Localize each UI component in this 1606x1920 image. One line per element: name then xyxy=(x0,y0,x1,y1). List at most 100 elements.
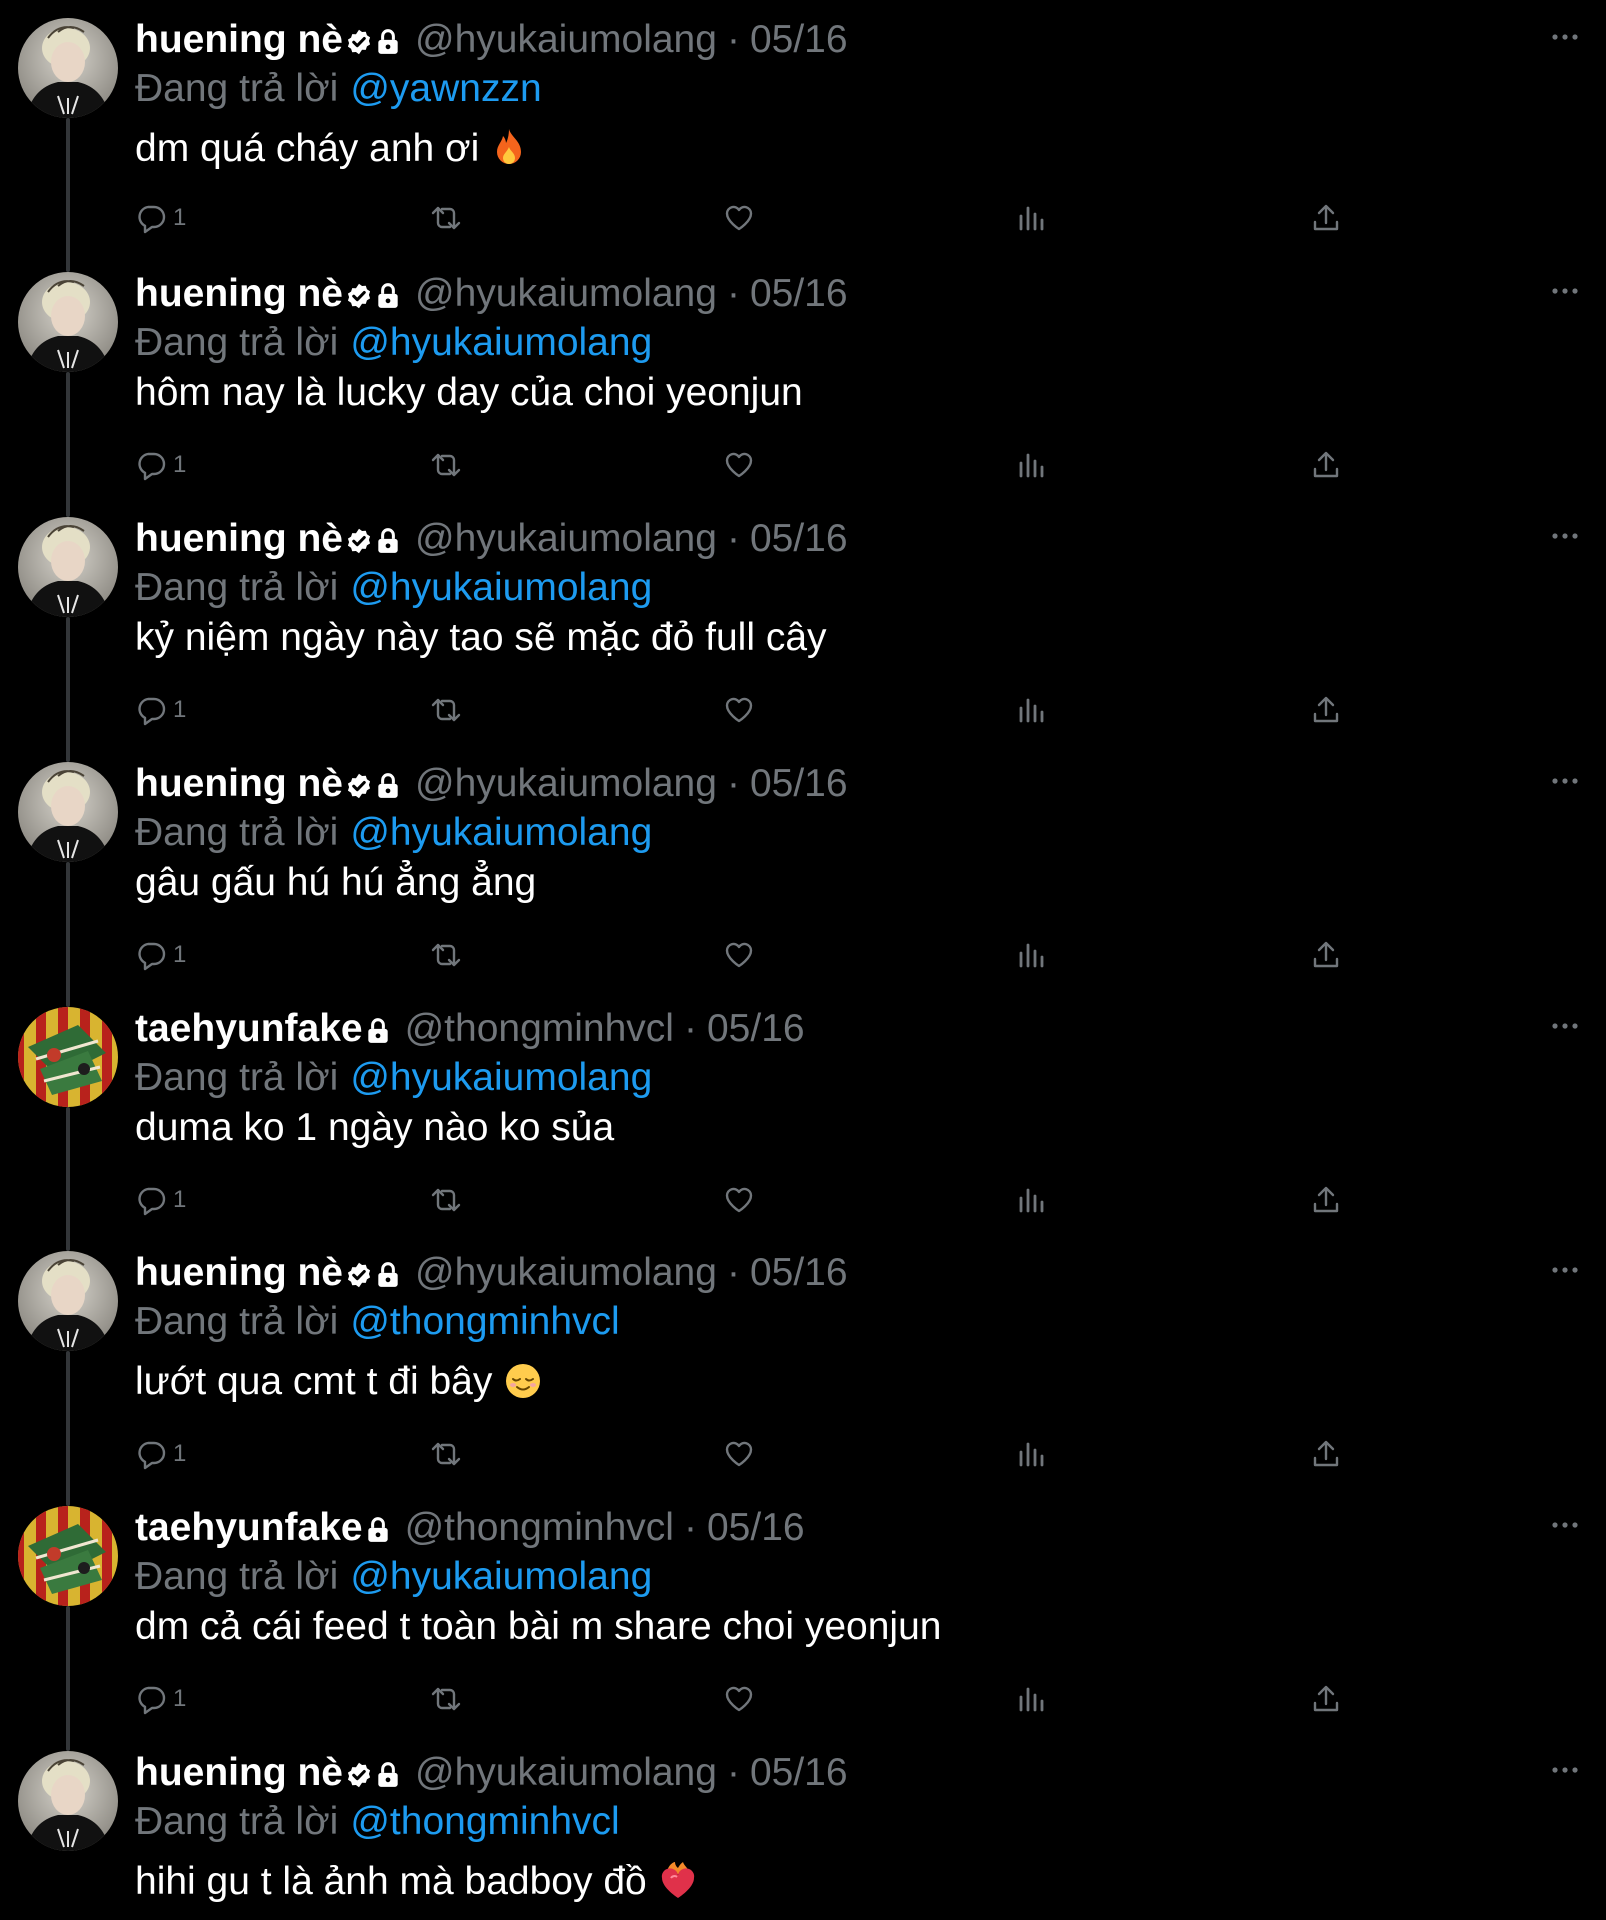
user-handle[interactable]: @hyukaiumolang xyxy=(415,762,717,805)
avatar-taehyun[interactable] xyxy=(18,1506,118,1606)
reply-button[interactable]: 1 xyxy=(135,1434,186,1474)
lock-icon xyxy=(375,1261,401,1289)
retweet-button[interactable] xyxy=(429,690,463,730)
avatar-huening[interactable] xyxy=(18,1251,118,1351)
views-button[interactable] xyxy=(1017,445,1045,485)
user-handle[interactable]: @hyukaiumolang xyxy=(415,272,717,315)
like-button[interactable] xyxy=(723,445,755,485)
views-button[interactable] xyxy=(1017,690,1045,730)
retweet-button[interactable] xyxy=(429,1180,463,1220)
user-handle[interactable]: @thongminhvcl xyxy=(405,1506,674,1549)
tweet-date[interactable]: 05/16 xyxy=(750,1751,848,1794)
share-button[interactable] xyxy=(1311,690,1341,730)
reply-button[interactable]: 1 xyxy=(135,935,186,975)
share-button[interactable] xyxy=(1311,445,1341,485)
like-icon xyxy=(723,449,755,481)
retweet-button[interactable] xyxy=(429,198,463,238)
reply-icon xyxy=(135,449,167,481)
views-button[interactable] xyxy=(1017,198,1045,238)
reply-button[interactable]: 1 xyxy=(135,690,186,730)
views-button[interactable] xyxy=(1017,1434,1045,1474)
avatar-huening[interactable] xyxy=(18,762,118,862)
replying-to-mention[interactable]: @thongminhvcl xyxy=(350,1800,619,1843)
tweet-date[interactable]: 05/16 xyxy=(750,18,848,61)
avatar-huening[interactable] xyxy=(18,272,118,372)
reply-button[interactable]: 1 xyxy=(135,445,186,485)
replying-to-mention[interactable]: @hyukaiumolang xyxy=(350,321,652,364)
like-button[interactable] xyxy=(723,690,755,730)
avatar-huening[interactable] xyxy=(18,18,118,118)
avatar-huening[interactable] xyxy=(18,1751,118,1851)
tweet-date[interactable]: 05/16 xyxy=(750,517,848,560)
display-name[interactable]: taehyunfake xyxy=(135,1506,363,1549)
like-button[interactable] xyxy=(723,1180,755,1220)
avatar-huening[interactable] xyxy=(18,517,118,617)
replying-to-mention[interactable]: @thongminhvcl xyxy=(350,1300,619,1343)
share-button[interactable] xyxy=(1311,1180,1341,1220)
like-button[interactable] xyxy=(723,1434,755,1474)
views-icon xyxy=(1017,694,1045,726)
like-button[interactable] xyxy=(723,1679,755,1719)
display-name[interactable]: huening nè xyxy=(135,517,343,560)
display-name[interactable]: taehyunfake xyxy=(135,1007,363,1050)
user-handle[interactable]: @hyukaiumolang xyxy=(415,18,717,61)
like-button[interactable] xyxy=(723,935,755,975)
display-name[interactable]: huening nè xyxy=(135,1751,343,1794)
more-icon[interactable] xyxy=(1548,519,1582,553)
user-handle[interactable]: @hyukaiumolang xyxy=(415,1251,717,1294)
tweet-date[interactable]: 05/16 xyxy=(707,1506,805,1549)
tweet-text-content: kỷ niệm ngày này tao sẽ mặc đỏ full cây xyxy=(135,616,827,659)
more-icon[interactable] xyxy=(1548,274,1582,308)
tweet-actions: 1 xyxy=(135,445,1435,485)
separator-dot: · xyxy=(726,1251,740,1294)
replying-to: Đang trả lời @hyukaiumolang xyxy=(135,1053,652,1103)
reply-count: 1 xyxy=(173,451,187,478)
retweet-button[interactable] xyxy=(429,1679,463,1719)
more-icon[interactable] xyxy=(1548,20,1582,54)
tweet-actions: 1 xyxy=(135,1180,1435,1220)
avatar-taehyun[interactable] xyxy=(18,1007,118,1107)
separator-dot: · xyxy=(683,1506,697,1549)
views-button[interactable] xyxy=(1017,1180,1045,1220)
tweet-text: gâu gấu hú hú ẳng ẳng xyxy=(135,858,536,908)
tweet-date[interactable]: 05/16 xyxy=(750,272,848,315)
share-button[interactable] xyxy=(1311,198,1341,238)
reply-button[interactable]: 1 xyxy=(135,1180,186,1220)
more-icon[interactable] xyxy=(1548,1009,1582,1043)
replying-to-mention[interactable]: @hyukaiumolang xyxy=(350,566,652,609)
replying-to-mention[interactable]: @hyukaiumolang xyxy=(350,1056,652,1099)
display-name[interactable]: huening nè xyxy=(135,272,343,315)
share-icon xyxy=(1311,1683,1341,1715)
replying-to-mention[interactable]: @yawnzzn xyxy=(350,67,541,110)
replying-to-mention[interactable]: @hyukaiumolang xyxy=(350,811,652,854)
views-button[interactable] xyxy=(1017,1679,1045,1719)
views-button[interactable] xyxy=(1017,935,1045,975)
user-handle[interactable]: @hyukaiumolang xyxy=(415,1751,717,1794)
more-icon[interactable] xyxy=(1548,1508,1582,1542)
user-handle[interactable]: @hyukaiumolang xyxy=(415,517,717,560)
tweet-date[interactable]: 05/16 xyxy=(707,1007,805,1050)
like-button[interactable] xyxy=(723,198,755,238)
more-icon[interactable] xyxy=(1548,764,1582,798)
tweet-header: huening nè @hyukaiumolang · 05/16 xyxy=(135,759,848,809)
tweet-date[interactable]: 05/16 xyxy=(750,762,848,805)
display-name[interactable]: huening nè xyxy=(135,1251,343,1294)
replying-to-mention[interactable]: @hyukaiumolang xyxy=(350,1555,652,1598)
retweet-button[interactable] xyxy=(429,445,463,485)
share-button[interactable] xyxy=(1311,935,1341,975)
share-button[interactable] xyxy=(1311,1434,1341,1474)
tweet-text: hihi gu t là ảnh mà badboy đồ xyxy=(135,1857,697,1907)
tweet-date[interactable]: 05/16 xyxy=(750,1251,848,1294)
more-icon[interactable] xyxy=(1548,1753,1582,1787)
display-name[interactable]: huening nè xyxy=(135,18,343,61)
retweet-button[interactable] xyxy=(429,935,463,975)
share-button[interactable] xyxy=(1311,1679,1341,1719)
more-icon[interactable] xyxy=(1548,1253,1582,1287)
reply-button[interactable]: 1 xyxy=(135,198,186,238)
separator-dot: · xyxy=(683,1007,697,1050)
retweet-button[interactable] xyxy=(429,1434,463,1474)
reply-button[interactable]: 1 xyxy=(135,1679,186,1719)
fire-emoji xyxy=(491,127,527,167)
user-handle[interactable]: @thongminhvcl xyxy=(405,1007,674,1050)
display-name[interactable]: huening nè xyxy=(135,762,343,805)
